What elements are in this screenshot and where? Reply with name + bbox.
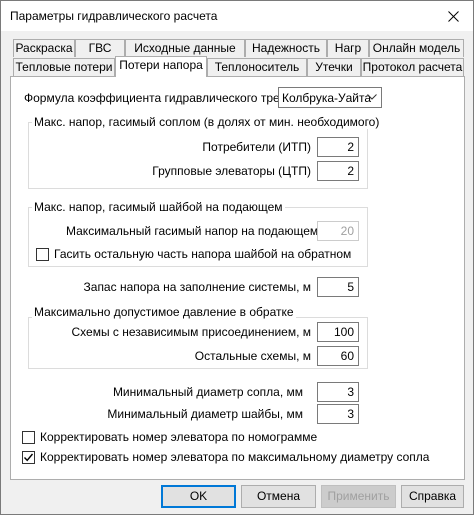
group-elevators-input[interactable]: 2 bbox=[317, 161, 359, 181]
nomogram-label: Корректировать номер элеватора по номогр… bbox=[40, 430, 318, 444]
min-nozzle-diameter-label: Минимальный диаметр сопла, мм bbox=[112, 385, 303, 399]
tab-panel-head-loss: Формула коэффициента гидравлического тре… bbox=[10, 76, 465, 480]
friction-formula-select[interactable]: Колбрука-Уайта bbox=[278, 87, 382, 108]
cancel-button[interactable]: Отмена bbox=[241, 485, 316, 508]
max-diameter-checkbox[interactable] bbox=[22, 451, 35, 464]
fill-reserve-input[interactable]: 5 bbox=[317, 277, 359, 297]
friction-formula-label: Формула коэффициента гидравлического тре… bbox=[24, 91, 300, 105]
min-nozzle-diameter-input[interactable]: 3 bbox=[317, 382, 359, 402]
ok-button[interactable]: OK bbox=[161, 485, 236, 508]
chevron-down-icon bbox=[367, 94, 377, 100]
independent-schemes-label: Схемы с независимым присоединением, м bbox=[71, 325, 311, 339]
help-button[interactable]: Справка bbox=[401, 485, 464, 508]
tab-calc-protocol[interactable]: Протокол расчета bbox=[361, 58, 464, 76]
min-washer-diameter-label: Минимальный диаметр шайбы, мм bbox=[107, 407, 303, 421]
consumers-itp-input[interactable]: 2 bbox=[317, 137, 359, 157]
tab-coloring[interactable]: Раскраска bbox=[13, 39, 75, 57]
tab-hot-water[interactable]: ГВС bbox=[75, 39, 125, 57]
friction-formula-value: Колбрука-Уайта bbox=[282, 91, 372, 105]
max-head-supply-label: Максимальный гасимый напор на подающем, … bbox=[66, 224, 334, 238]
close-button[interactable] bbox=[433, 1, 473, 31]
extinguish-washer-return-label: Гасить остальную часть напора шайбой на … bbox=[54, 247, 352, 261]
extinguish-washer-return-checkbox[interactable] bbox=[36, 248, 49, 261]
apply-button[interactable]: Применить bbox=[321, 485, 396, 508]
other-schemes-input[interactable]: 60 bbox=[317, 346, 359, 366]
window-title: Параметры гидравлического расчета bbox=[10, 9, 218, 23]
tab-heat-loss[interactable]: Тепловые потери bbox=[13, 58, 115, 76]
independent-schemes-input[interactable]: 100 bbox=[317, 322, 359, 342]
max-head-supply-input[interactable]: 20 bbox=[317, 221, 359, 241]
tab-load[interactable]: Нагр bbox=[327, 39, 369, 57]
min-washer-diameter-input[interactable]: 3 bbox=[317, 404, 359, 424]
group-nozzle-title: Макс. напор, гасимый соплом (в долях от … bbox=[32, 115, 382, 129]
group-washer-title: Макс. напор, гасимый шайбой на подающем bbox=[32, 200, 285, 214]
nomogram-checkbox[interactable] bbox=[22, 431, 35, 444]
consumers-itp-label: Потребители (ИТП) bbox=[202, 140, 311, 154]
fill-reserve-label: Запас напора на заполнение системы, м bbox=[83, 280, 311, 294]
tab-coolant[interactable]: Теплоноситель bbox=[207, 58, 307, 76]
group-return-pressure-title: Максимально допустимое давление в обратк… bbox=[32, 305, 296, 319]
max-diameter-label: Корректировать номер элеватора по максим… bbox=[40, 450, 430, 464]
checkmark-icon bbox=[23, 453, 34, 462]
tab-reliability[interactable]: Надежность bbox=[245, 39, 327, 57]
title-bar: Параметры гидравлического расчета bbox=[1, 1, 473, 31]
tab-source-data[interactable]: Исходные данные bbox=[125, 39, 245, 57]
close-icon bbox=[447, 10, 459, 22]
other-schemes-label: Остальные схемы, м bbox=[194, 349, 311, 363]
tab-leaks[interactable]: Утечки bbox=[307, 58, 361, 76]
tab-head-loss[interactable]: Потери напора bbox=[115, 56, 207, 77]
dialog-window: Параметры гидравлического расчета Раскра… bbox=[0, 0, 474, 515]
group-elevators-label: Групповые элеваторы (ЦТП) bbox=[152, 164, 311, 178]
tab-online-model[interactable]: Онлайн модель bbox=[369, 39, 464, 57]
